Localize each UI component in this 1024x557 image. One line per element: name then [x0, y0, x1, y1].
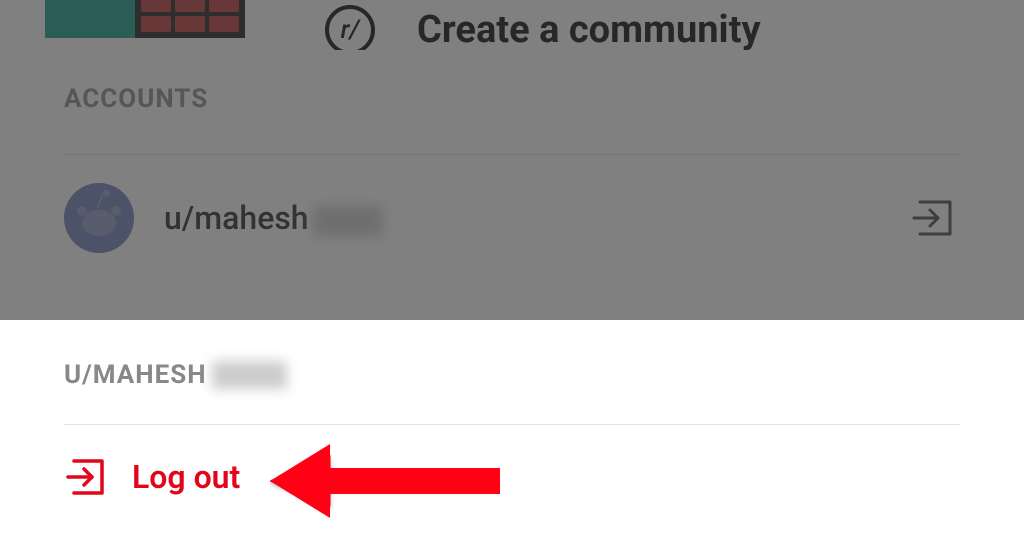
account-row[interactable]: u/mahesh — [64, 155, 960, 281]
accounts-header: ACCOUNTS — [64, 84, 960, 114]
logout-label: Log out — [132, 458, 240, 496]
create-community-row[interactable]: r/ Create a community — [325, 5, 761, 55]
divider — [64, 424, 960, 425]
logout-sheet-header: U/MAHESH — [64, 360, 960, 390]
subreddit-icon: r/ — [325, 5, 375, 55]
logout-icon — [64, 453, 112, 501]
logout-sheet: U/MAHESH Log out — [22, 320, 1002, 557]
redacted-text — [212, 361, 287, 389]
logout-button[interactable]: Log out — [64, 453, 960, 501]
redacted-text — [313, 206, 383, 236]
username-label: u/mahesh — [164, 199, 912, 237]
avatar — [64, 183, 134, 253]
thumbnail-image — [45, 0, 245, 38]
create-community-label: Create a community — [417, 8, 761, 52]
switch-account-icon[interactable] — [912, 196, 960, 240]
